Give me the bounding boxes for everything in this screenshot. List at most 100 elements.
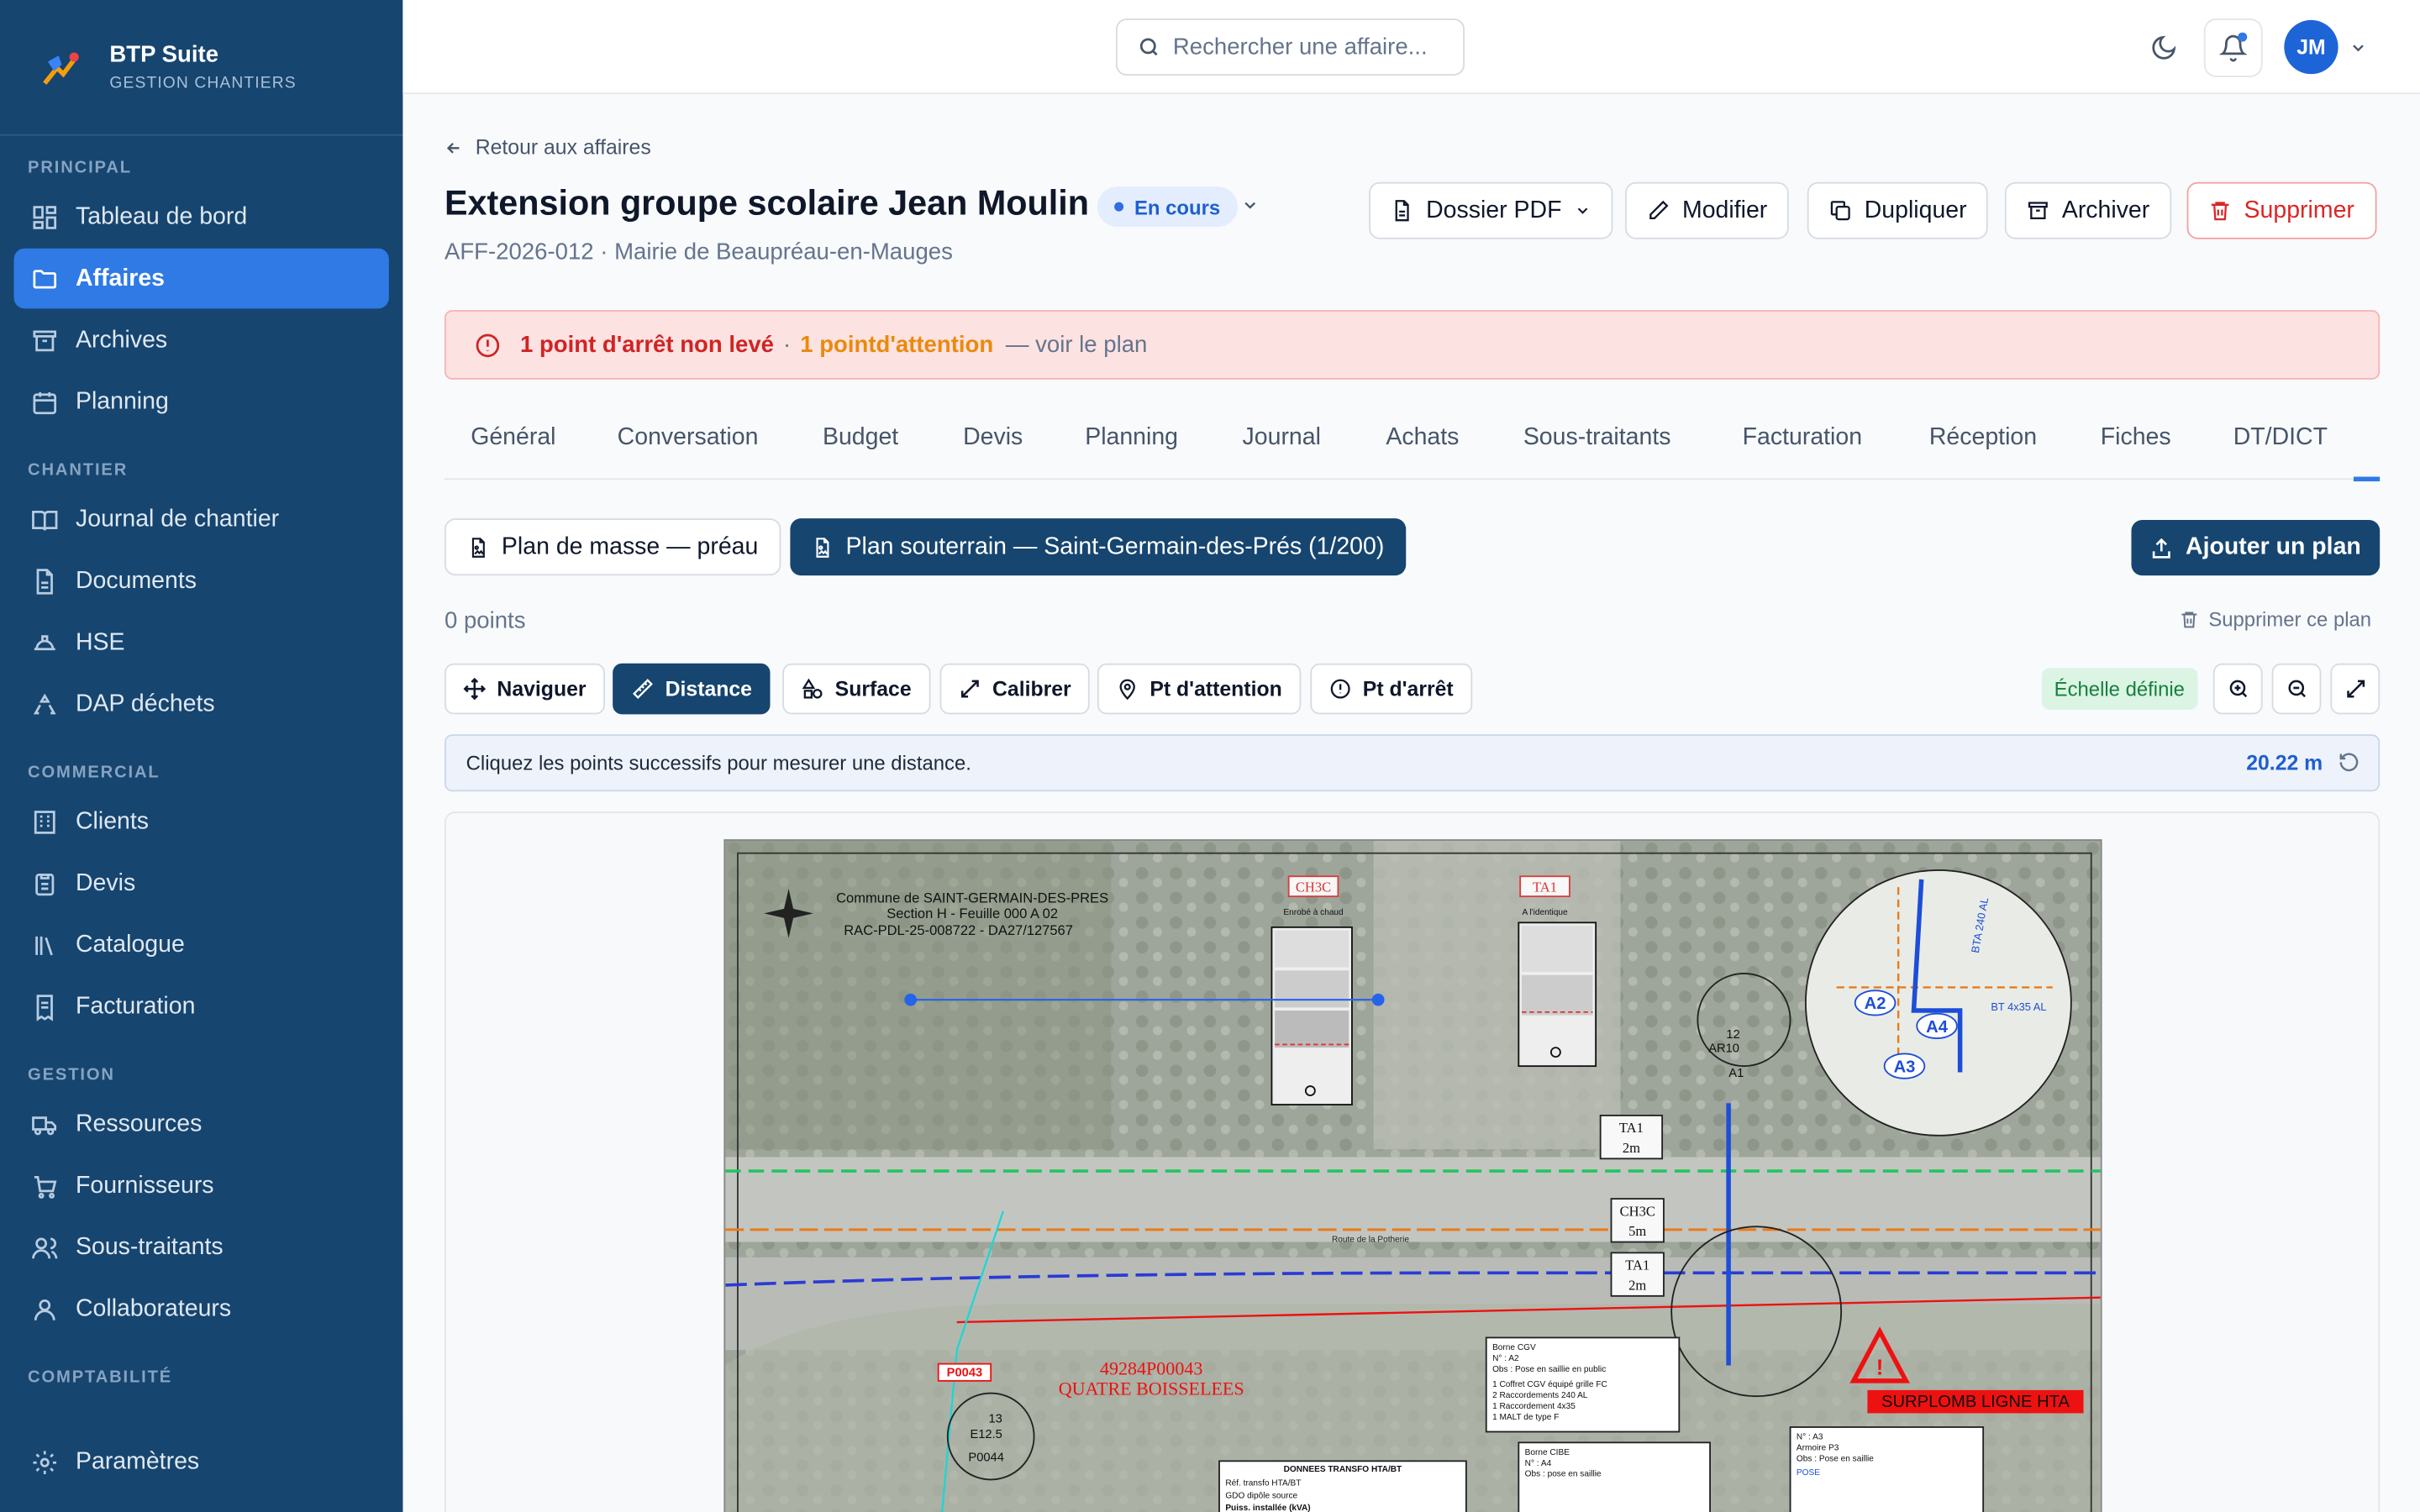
search-input[interactable]: Rechercher une affaire... <box>1115 18 1465 76</box>
avatar[interactable]: JM <box>2284 19 2338 75</box>
tab-reception[interactable]: Réception <box>1929 424 2037 452</box>
pencil-icon <box>1649 200 1669 220</box>
tool-pt-attention[interactable]: Pt d'attention <box>1097 663 1301 715</box>
sidebar-item-collaborateurs[interactable]: Collaborateurs <box>14 1279 389 1340</box>
ta1-sub-label: A l'identique <box>1522 908 1568 917</box>
plan-viewer[interactable]: Commune de SAINT-GERMAIN-DES-PRES Sectio… <box>444 811 2381 1512</box>
sidebar-item-documents[interactable]: Documents <box>14 551 389 612</box>
users-icon <box>32 1236 58 1258</box>
shapes-icon <box>802 678 823 699</box>
file-text-icon <box>1395 200 1409 222</box>
active-tab-indicator <box>2353 476 2381 482</box>
borne1-line-5: 1 Raccordement 4x35 <box>1492 1402 1576 1411</box>
brand-subtitle: GESTION CHANTIERS <box>109 74 297 93</box>
sidebar-item-sous-traitants[interactable]: Sous-traitants <box>14 1217 389 1278</box>
sidebar-item-ressources[interactable]: Ressources <box>14 1094 389 1154</box>
tab-devis[interactable]: Devis <box>963 424 1023 452</box>
tab-budget[interactable]: Budget <box>823 424 898 452</box>
theme-toggle-button[interactable] <box>2134 18 2193 77</box>
sidebar-item-archives[interactable]: Archives <box>14 310 389 370</box>
ta1-2m-b-label-1: TA1 <box>1625 1257 1649 1273</box>
tool-surface[interactable]: Surface <box>782 663 930 715</box>
back-link[interactable]: Retour aux affaires <box>445 136 651 159</box>
sidebar-item-facturation[interactable]: Facturation <box>14 977 389 1037</box>
borne1-line-0: Borne CGV <box>1492 1343 1536 1352</box>
ta1-2m-b-label-2: 2m <box>1628 1277 1646 1293</box>
page-title: Extension groupe scolaire Jean Moulin <box>444 183 1089 223</box>
trash-icon <box>2211 202 2229 221</box>
moon-icon <box>2152 35 2176 60</box>
tab-fiches[interactable]: Fiches <box>2101 424 2171 452</box>
detail-a3-label: A3 <box>1894 1058 1916 1077</box>
sidebar-item-journal-de-chantier[interactable]: Journal de chantier <box>14 489 389 549</box>
tab-facturation[interactable]: Facturation <box>1743 424 1862 452</box>
p0044-e: E12.5 <box>970 1428 1002 1441</box>
tab-dt-dict[interactable]: DT/DICT <box>2233 424 2328 452</box>
sidebar-item-label: Documents <box>75 566 197 594</box>
archiver-label: Archiver <box>2061 197 2150 223</box>
borne1-line-4: 2 Raccordements 240 AL <box>1492 1391 1588 1400</box>
sidebar-item-planning[interactable]: Planning <box>14 372 389 433</box>
zoom-out-button[interactable] <box>2271 663 2322 715</box>
plan-tab-plan-souterrain[interactable]: Plan souterrain — Saint-Germain-des-Prés… <box>790 518 1407 576</box>
tool-label: Pt d'attention <box>1150 677 1282 701</box>
add-plan-button[interactable]: Ajouter un plan <box>2131 519 2381 576</box>
status-badge[interactable]: En cours <box>1097 186 1238 227</box>
sidebar-item-fournisseurs[interactable]: Fournisseurs <box>14 1156 389 1216</box>
sidebar-item-affaires[interactable]: Affaires <box>13 248 389 309</box>
drawing-header-1: Commune de SAINT-GERMAIN-DES-PRES <box>836 890 1108 906</box>
archive-icon <box>33 329 57 351</box>
sidebar-item-hse[interactable]: HSE <box>14 612 389 673</box>
modifier-button[interactable]: Modifier <box>1625 181 1789 239</box>
sidebar-item-parametres[interactable]: Paramètres <box>14 1431 389 1492</box>
tab-planning[interactable]: Planning <box>1085 424 1178 452</box>
status-chevron-down-icon[interactable] <box>1241 196 1260 214</box>
brand[interactable]: BTP Suite GESTION CHANTIERS <box>0 0 403 136</box>
sidebar-item-devis[interactable]: Devis <box>14 853 389 914</box>
sidebar-item-label: Paramètres <box>75 1447 200 1474</box>
zoom-in-button[interactable] <box>2212 663 2263 715</box>
tool-distance[interactable]: Distance <box>613 663 771 715</box>
sidebar-item-label: DAP déchets <box>75 690 215 717</box>
fullscreen-button[interactable] <box>2330 663 2381 715</box>
warning-label: SURPLOMB LIGNE HTA <box>1881 1393 2070 1411</box>
brand-name: BTP Suite <box>109 41 219 68</box>
sidebar-item-catalogue[interactable]: Catalogue <box>14 915 389 975</box>
tab-general[interactable]: Général <box>471 424 555 452</box>
sidebar: BTP Suite GESTION CHANTIERS PRINCIPAL Tab… <box>0 0 403 1512</box>
dossier-pdf-button[interactable]: Dossier PDF <box>1369 181 1613 239</box>
sidebar-section-label: PRINCIPAL <box>28 159 132 178</box>
notifications-button[interactable] <box>2203 18 2263 77</box>
reset-measure-icon[interactable] <box>2338 751 2360 773</box>
chevron-down-icon[interactable] <box>2349 39 2367 57</box>
delete-plan-button[interactable]: Supprimer ce plan <box>2179 608 2371 631</box>
status-label: En cours <box>1134 195 1221 218</box>
tool-pt-arret[interactable]: Pt d'arrêt <box>1310 663 1472 715</box>
dupliquer-label: Dupliquer <box>1864 197 1967 223</box>
plan-tab-label: Plan souterrain — Saint-Germain-des-Prés… <box>845 533 1385 559</box>
plan-tab-plan-de-masse[interactable]: Plan de masse — préau <box>444 518 781 576</box>
sidebar-item-clients[interactable]: Clients <box>14 791 389 852</box>
tab-journal[interactable]: Journal <box>1243 424 1321 452</box>
sidebar-item-tableau-de-bord[interactable]: Tableau de bord <box>14 186 389 247</box>
parcel-id: 49284P00043 <box>1100 1357 1202 1378</box>
supprimer-button[interactable]: Supprimer <box>2186 181 2376 239</box>
upload-icon <box>2153 537 2171 558</box>
archiver-button[interactable]: Archiver <box>2004 181 2171 239</box>
tab-conversation[interactable]: Conversation <box>618 424 759 452</box>
plan-drawing[interactable]: Commune de SAINT-GERMAIN-DES-PRES Sectio… <box>723 839 2102 1512</box>
tool-naviguer[interactable]: Naviguer <box>444 663 605 715</box>
tab-achats[interactable]: Achats <box>1386 424 1459 452</box>
alert-view-plan-link[interactable]: — voir le plan <box>1006 332 1147 358</box>
tool-calibrer[interactable]: Calibrer <box>939 663 1090 715</box>
borne1-line-2: Obs : Pose en saillie en public <box>1492 1365 1606 1374</box>
sidebar-item-dap-dechets[interactable]: DAP déchets <box>14 675 389 735</box>
modifier-label: Modifier <box>1682 197 1768 223</box>
search-placeholder: Rechercher une affaire... <box>1172 34 1428 60</box>
dupliquer-button[interactable]: Dupliquer <box>1807 181 1989 239</box>
calendar-icon <box>33 391 57 414</box>
tab-sous-traitants[interactable]: Sous-traitants <box>1523 424 1671 452</box>
affaire-tabs: Général Conversation Budget Devis Planning Jo… <box>444 400 2381 482</box>
building-icon <box>34 810 55 833</box>
stop-points-alert[interactable]: 1 point d'arrêt non levé · 1 pointd'atte… <box>444 310 2381 380</box>
